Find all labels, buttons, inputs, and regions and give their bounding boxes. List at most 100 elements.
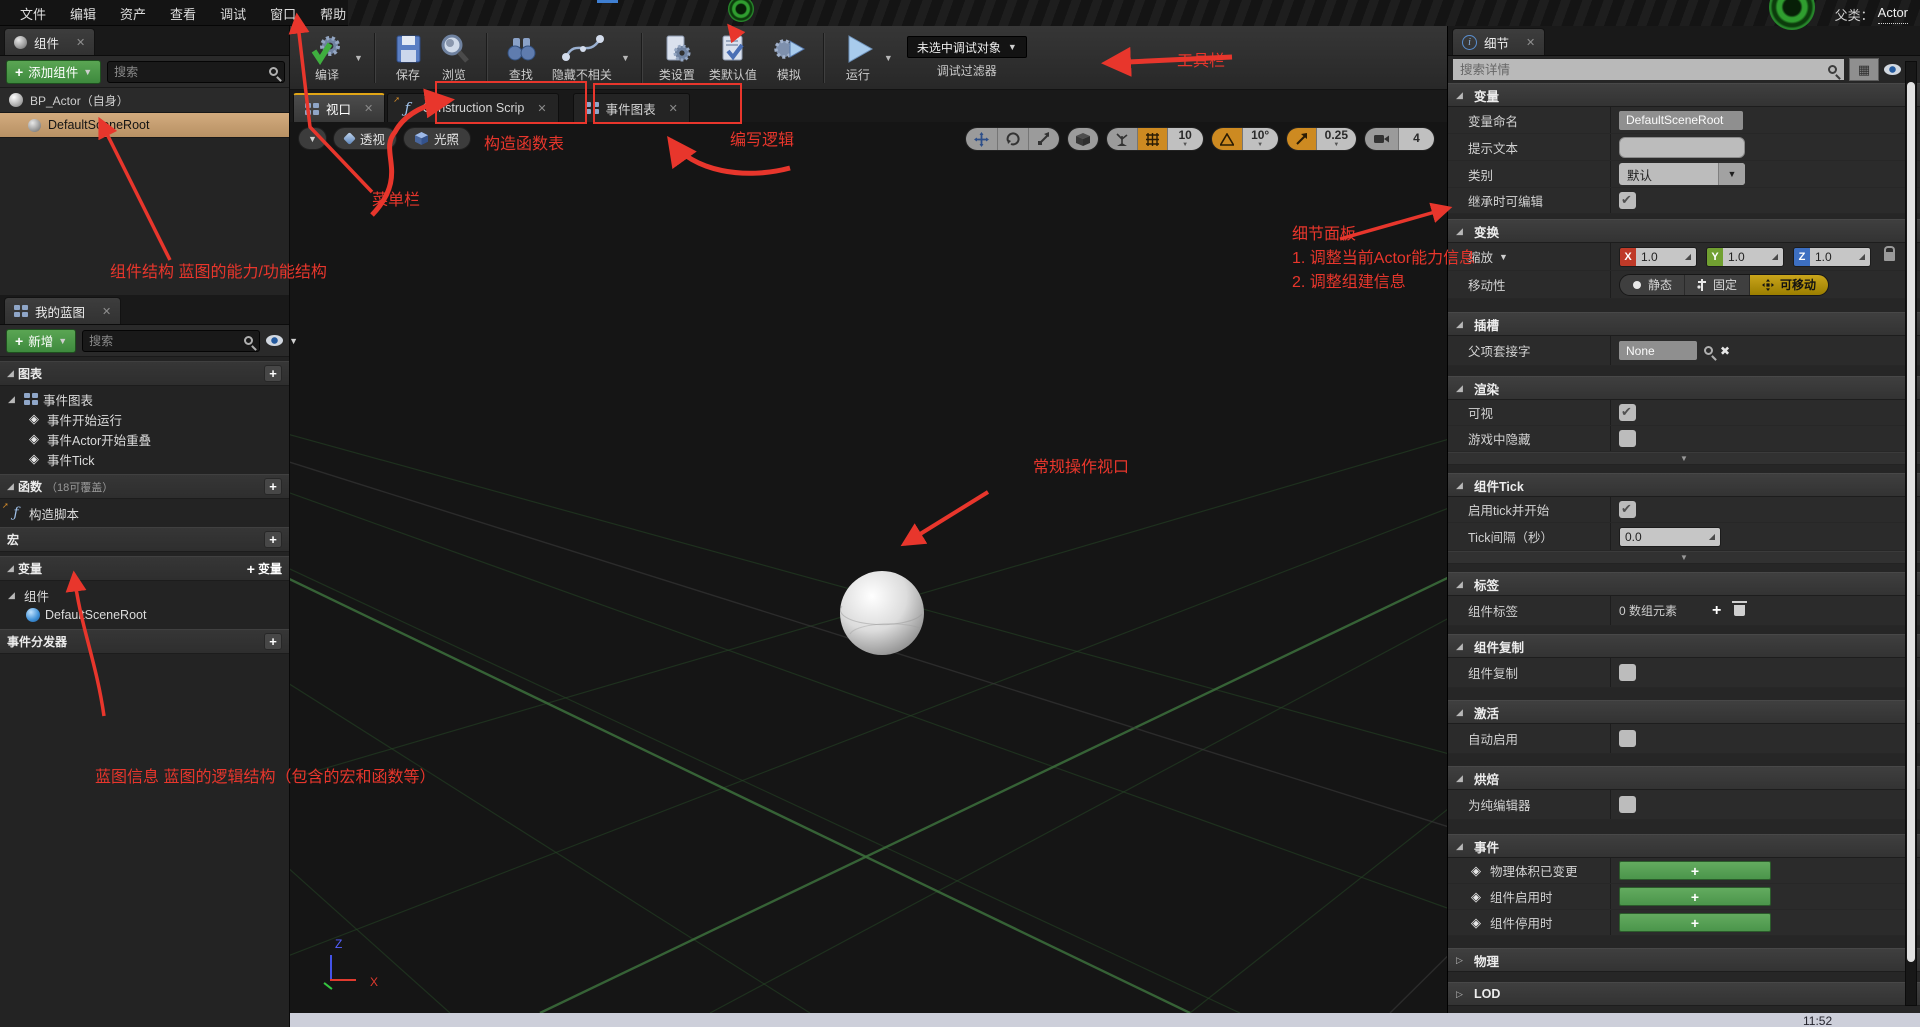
- section-transform[interactable]: ◢ 变换: [1448, 219, 1920, 243]
- socket-search-icon[interactable]: [1704, 346, 1713, 355]
- viewport-3d[interactable]: ▼ 透视 光照: [290, 122, 1447, 1013]
- section-events[interactable]: ◢ 事件: [1448, 834, 1920, 858]
- add-dispatcher-button[interactable]: +: [264, 633, 282, 650]
- scale-x-spinner[interactable]: X 1.0◢: [1619, 247, 1697, 267]
- section-macros[interactable]: 宏 +: [0, 527, 289, 552]
- add-component-button[interactable]: + 添加组件 ▼: [6, 60, 101, 84]
- menu-asset[interactable]: 资产: [108, 4, 158, 23]
- section-physics[interactable]: ▷ 物理: [1448, 948, 1920, 972]
- tree-item-event-beginplay[interactable]: ◈ 事件开始运行: [0, 409, 289, 429]
- tooltip-input[interactable]: [1619, 137, 1745, 158]
- myblueprint-search[interactable]: [82, 330, 260, 352]
- replicates-checkbox[interactable]: [1619, 664, 1636, 681]
- scale-snap-value[interactable]: 0.25 ▼: [1316, 128, 1356, 150]
- tree-item-defaultsceneroot[interactable]: DefaultSceneRoot: [0, 113, 289, 138]
- mobility-movable-button[interactable]: 可移动: [1750, 275, 1828, 295]
- close-icon[interactable]: ✕: [669, 102, 678, 115]
- mobility-static-button[interactable]: 静态: [1620, 275, 1685, 295]
- add-tag-button[interactable]: +: [1712, 603, 1721, 619]
- menu-window[interactable]: 窗口: [258, 4, 308, 23]
- auto-activate-checkbox[interactable]: [1619, 730, 1636, 747]
- close-icon[interactable]: ✕: [1526, 36, 1535, 49]
- visible-checkbox[interactable]: [1619, 404, 1636, 421]
- editable-checkbox[interactable]: [1619, 192, 1636, 209]
- find-button[interactable]: 查找: [497, 33, 545, 83]
- section-lod[interactable]: ▷ LOD: [1448, 982, 1920, 1006]
- tree-item-scene-root-var[interactable]: DefaultSceneRoot: [0, 605, 289, 625]
- move-tool-button[interactable]: [966, 128, 997, 150]
- menu-edit[interactable]: 编辑: [58, 4, 108, 23]
- category-dropdown[interactable]: 默认 ▼: [1619, 163, 1745, 185]
- lock-icon[interactable]: [1884, 252, 1895, 261]
- scale-y-spinner[interactable]: Y 1.0◢: [1706, 247, 1784, 267]
- tab-details[interactable]: i 细节 ✕: [1452, 28, 1545, 55]
- tree-item-event-overlap[interactable]: ◈ 事件Actor开始重叠: [0, 429, 289, 449]
- perspective-button[interactable]: 透视: [333, 127, 397, 150]
- add-activated-event-button[interactable]: +: [1619, 887, 1771, 906]
- tick-expander[interactable]: ▼: [1448, 551, 1920, 564]
- viewport-options-button[interactable]: ▼: [298, 127, 327, 150]
- rotation-snap-value[interactable]: 10° ▼: [1242, 128, 1278, 150]
- chevron-down-icon[interactable]: ▼: [1499, 252, 1508, 262]
- class-settings-button[interactable]: 类设置: [652, 33, 702, 83]
- section-graphs[interactable]: ◢ 图表 +: [0, 361, 289, 386]
- surface-snap-button[interactable]: [1107, 128, 1137, 150]
- scale-tool-button[interactable]: [1028, 128, 1059, 150]
- section-component-tick[interactable]: ◢ 组件Tick: [1448, 473, 1920, 497]
- menu-view[interactable]: 查看: [158, 4, 208, 23]
- menu-debug[interactable]: 调试: [208, 4, 258, 23]
- debug-object-dropdown[interactable]: 未选中调试对象 ▼: [907, 36, 1027, 58]
- tab-construction-script[interactable]: ƒ Construction Scrip ✕: [387, 93, 558, 122]
- close-icon[interactable]: ✕: [364, 102, 373, 115]
- add-graph-button[interactable]: +: [264, 365, 282, 382]
- myblueprint-search-input[interactable]: [89, 334, 244, 348]
- tick-interval-spinner[interactable]: 0.0 ◢: [1619, 527, 1721, 547]
- tab-components[interactable]: 组件 ✕: [4, 28, 95, 55]
- details-search[interactable]: [1453, 59, 1844, 80]
- property-matrix-button[interactable]: ▦: [1849, 58, 1879, 81]
- play-button[interactable]: 运行: [834, 33, 882, 83]
- components-search[interactable]: [107, 61, 285, 83]
- eye-icon[interactable]: [266, 335, 283, 346]
- compile-button[interactable]: 编译: [302, 33, 352, 83]
- tab-event-graph[interactable]: 事件图表 ✕: [573, 93, 690, 122]
- add-variable-button[interactable]: + 变量: [247, 560, 282, 577]
- trash-icon[interactable]: [1734, 605, 1745, 616]
- eye-icon[interactable]: [1884, 64, 1901, 75]
- add-new-button[interactable]: + 新增 ▼: [6, 329, 76, 353]
- hidden-in-game-checkbox[interactable]: [1619, 430, 1636, 447]
- tick-enable-checkbox[interactable]: [1619, 501, 1636, 518]
- rendering-expander[interactable]: ▼: [1448, 452, 1920, 465]
- close-icon[interactable]: ✕: [76, 36, 85, 49]
- socket-clear-icon[interactable]: ✖: [1720, 344, 1730, 358]
- add-function-button[interactable]: +: [264, 478, 282, 495]
- tree-item-bp-actor[interactable]: BP_Actor（自身）: [0, 88, 289, 113]
- section-event-dispatchers[interactable]: 事件分发器 +: [0, 629, 289, 654]
- lit-mode-button[interactable]: 光照: [403, 127, 471, 150]
- chevron-down-icon[interactable]: ▼: [884, 53, 893, 63]
- mobility-stationary-button[interactable]: 固定: [1685, 275, 1750, 295]
- scrollbar-thumb[interactable]: [1907, 82, 1915, 962]
- section-replication[interactable]: ◢ 组件复制: [1448, 634, 1920, 658]
- close-icon[interactable]: ✕: [102, 305, 111, 318]
- section-tags[interactable]: ◢ 标签: [1448, 572, 1920, 596]
- grid-snap-value[interactable]: 10 ▼: [1167, 128, 1203, 150]
- parent-socket-value[interactable]: None: [1619, 341, 1697, 360]
- add-deactivated-event-button[interactable]: +: [1619, 913, 1771, 932]
- camera-speed-value[interactable]: 4: [1398, 128, 1434, 150]
- tab-my-blueprint[interactable]: 我的蓝图 ✕: [4, 297, 121, 324]
- components-search-input[interactable]: [114, 65, 269, 79]
- tree-item-construction-script[interactable]: ƒ 构造脚本: [0, 503, 289, 523]
- subsection-components[interactable]: ◢ 组件: [0, 585, 289, 605]
- section-variables[interactable]: ◢ 变量 + 变量: [0, 556, 289, 581]
- parent-class-link[interactable]: Actor: [1878, 5, 1908, 24]
- add-physics-volume-event-button[interactable]: +: [1619, 861, 1771, 880]
- section-cooking[interactable]: ◢ 烘焙: [1448, 766, 1920, 790]
- class-defaults-button[interactable]: 类默认值: [702, 33, 764, 83]
- hide-unrelated-button[interactable]: 隐藏不相关: [545, 33, 619, 83]
- chevron-down-icon[interactable]: ▼: [621, 53, 630, 63]
- section-sockets[interactable]: ◢ 插槽: [1448, 312, 1920, 336]
- details-scrollbar[interactable]: [1905, 61, 1917, 1006]
- camera-speed-button[interactable]: [1365, 128, 1398, 150]
- scale-snap-toggle[interactable]: [1287, 128, 1316, 150]
